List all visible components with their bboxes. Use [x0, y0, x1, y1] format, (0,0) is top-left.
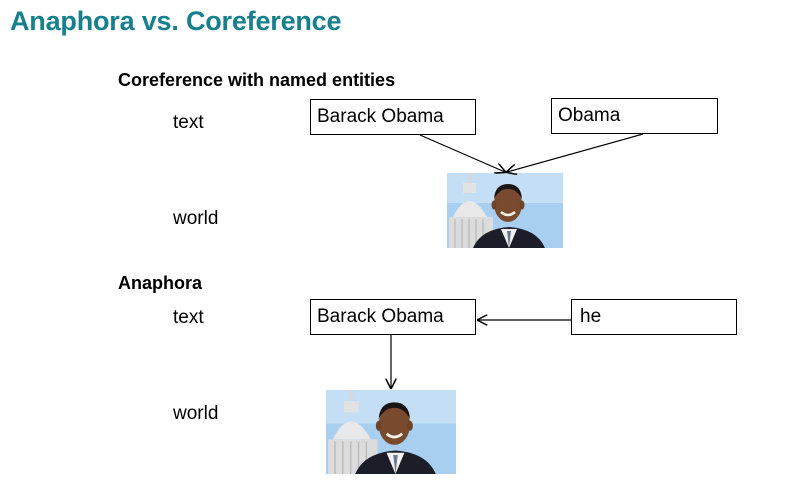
portrait-photo-icon: [447, 173, 563, 248]
anaphora-world-photo: [326, 390, 456, 474]
coreference-text-label: text: [173, 112, 204, 133]
coreference-heading: Coreference with named entities: [118, 70, 396, 90]
anaphora-text-label: text: [173, 307, 204, 328]
coreference-world-label: world: [173, 208, 219, 229]
portrait-photo-icon: [326, 390, 456, 474]
coreference-world-photo: [447, 173, 563, 248]
anaphora-heading: Anaphora: [118, 273, 203, 293]
anaphora-anaphor-he: he: [571, 299, 737, 335]
slide-title: Anaphora vs. Coreference: [10, 6, 342, 36]
coreference-mention-obama: Obama: [551, 98, 718, 134]
anaphora-antecedent-barack-obama: Barack Obama: [310, 299, 476, 335]
coreference-mention-barack-obama: Barack Obama: [310, 99, 476, 135]
coreference-arrow-from-obama: [507, 133, 644, 172]
coreference-arrow-from-barack-obama: [419, 134, 505, 172]
anaphora-world-label: world: [173, 403, 219, 424]
